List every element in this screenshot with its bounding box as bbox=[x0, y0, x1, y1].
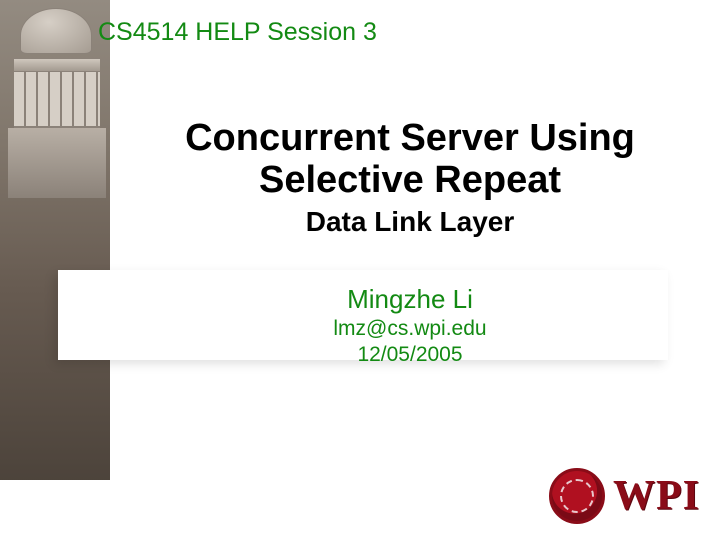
wpi-logo: WPI bbox=[549, 468, 700, 524]
session-label: CS4514 HELP Session 3 bbox=[98, 18, 377, 47]
wpi-seal-icon bbox=[549, 468, 605, 524]
presenter-email: lmz@cs.wpi.edu bbox=[120, 317, 700, 341]
presenter-name: Mingzhe Li bbox=[120, 284, 700, 315]
title-subtitle: Data Link Layer bbox=[120, 206, 700, 238]
wpi-wordmark: WPI bbox=[613, 472, 700, 520]
presenter-block: Mingzhe Li lmz@cs.wpi.edu 12/05/2005 bbox=[120, 284, 700, 367]
title-block: Concurrent Server Using Selective Repeat… bbox=[120, 118, 700, 238]
title-line-1: Concurrent Server Using bbox=[120, 118, 700, 160]
presenter-date: 12/05/2005 bbox=[120, 343, 700, 367]
title-line-2: Selective Repeat bbox=[120, 160, 700, 202]
